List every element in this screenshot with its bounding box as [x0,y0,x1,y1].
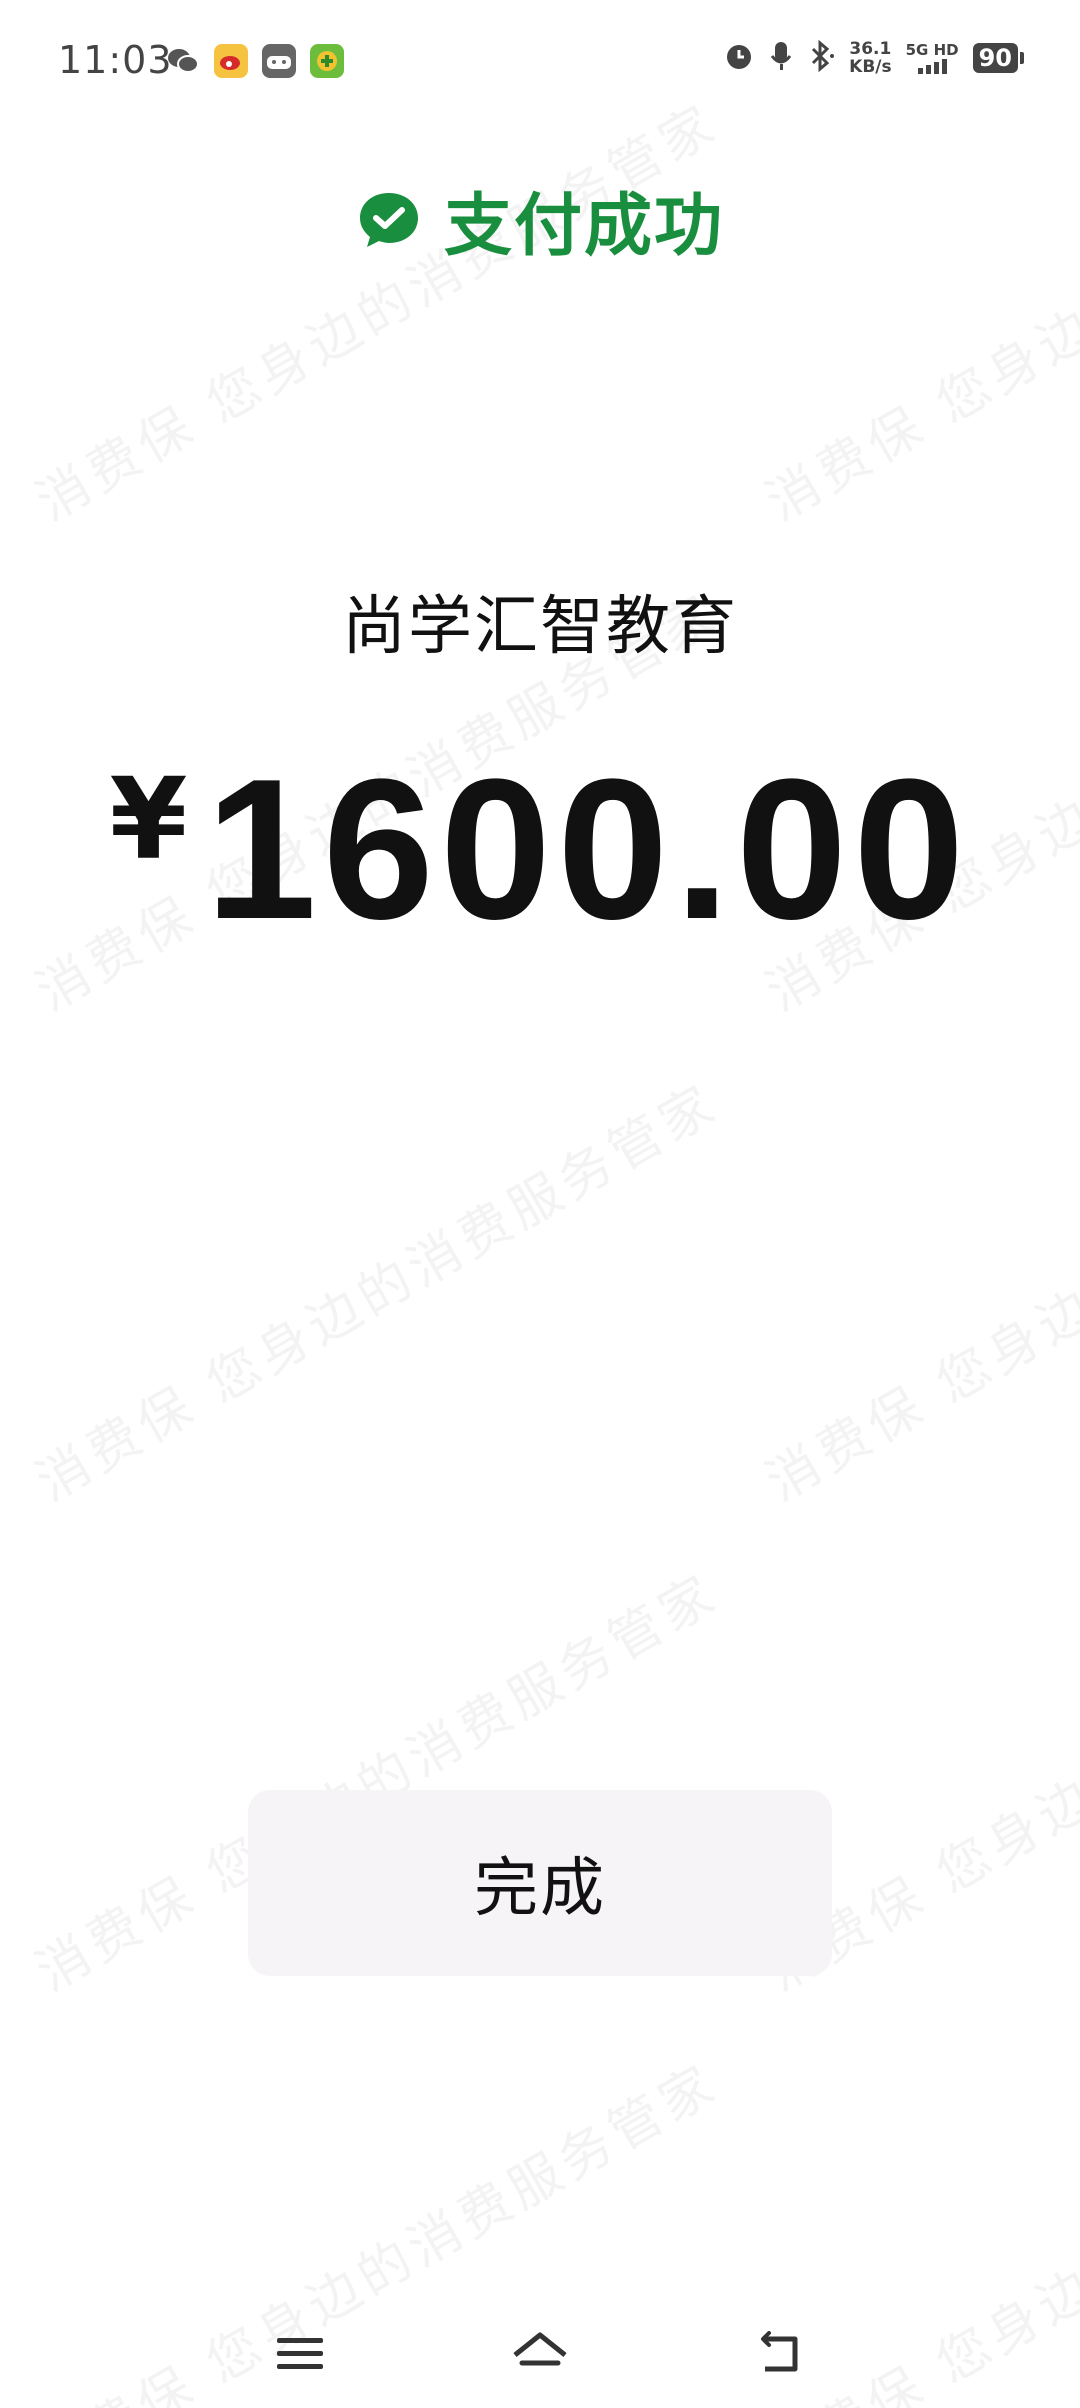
wechat-pay-check-icon [356,187,422,253]
network-speed: 36.1 KB/s [849,40,891,76]
battery-icon: 90 [972,43,1024,73]
wechat-icon [166,44,200,78]
watermark-layer: 消费保 您身边的消费服务管家 消费保 您身边的消费服务管家 消费保 您身边的消费… [0,0,1080,2408]
system-status: 36.1 KB/s 5G HD 90 [723,39,1024,76]
signal-bars-icon [917,58,947,74]
navigation-bar [0,2300,1080,2408]
game-icon [262,44,296,78]
battery-level: 90 [972,43,1018,73]
net-speed-value: 36.1 [849,39,892,59]
done-button[interactable]: 完成 [248,1790,832,1976]
watermark: 消费保 您身边的消费服务管家 [756,92,1080,534]
bluetooth-icon [807,39,835,76]
weibo-icon [214,44,248,78]
app-icon [310,44,344,78]
watermark: 消费保 您身边的消费服务管家 [26,92,729,534]
merchant-name: 尚学汇智教育 [342,590,738,664]
status-bar: 11:03 36.1 KB/s 5G HD 90 [0,0,1080,120]
currency-symbol: ¥ [109,755,188,885]
watermark: 消费保 您身边的消费服务管家 [26,1072,729,1514]
back-icon[interactable] [740,2314,820,2394]
menu-icon[interactable] [260,2314,340,2394]
page-title: 支付成功 [443,187,724,266]
home-icon[interactable] [500,2314,580,2394]
network-type: 5G HD [905,41,959,59]
amount-value: 1600.00 [205,738,971,961]
signal-indicator: 5G HD [906,42,959,74]
watermark: 消费保 您身边的消费服务管家 [756,1072,1080,1514]
alarm-icon [723,40,755,76]
success-header: 支付成功 [0,170,1080,269]
mic-icon [769,40,793,76]
notification-icons [166,44,344,78]
status-time: 11:03 [58,38,173,82]
payment-amount: ¥1600.00 [0,735,1080,965]
net-speed-unit: KB/s [849,57,892,77]
